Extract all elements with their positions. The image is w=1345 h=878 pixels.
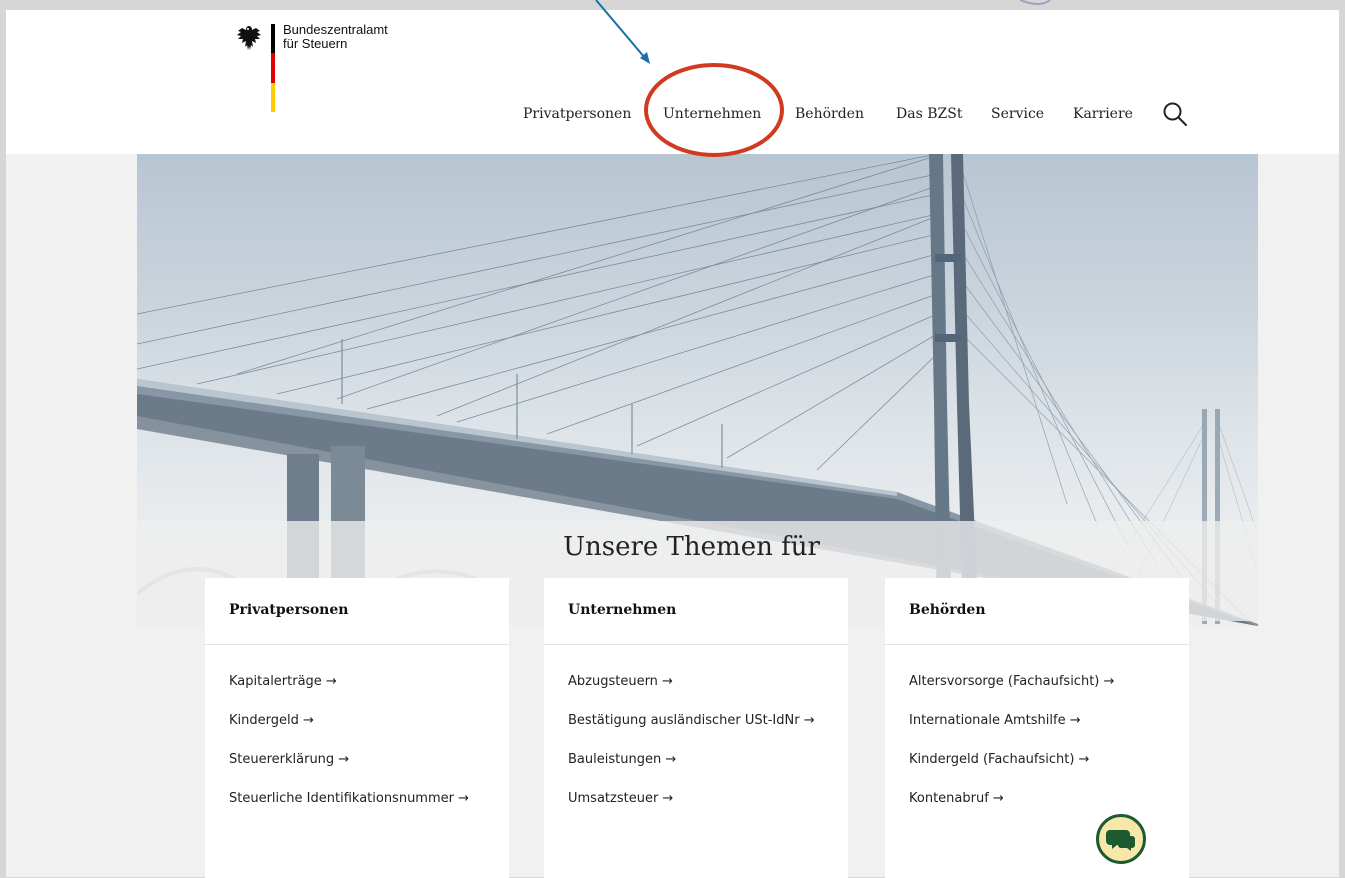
nav-item-service[interactable]: Service — [991, 102, 1044, 126]
card-link-list: Abzugsteuern → Bestätigung ausländischer… — [568, 672, 815, 828]
card-link[interactable]: Steuererklärung → — [229, 750, 469, 789]
chat-button[interactable] — [1096, 814, 1146, 864]
theme-card-privatpersonen: Privatpersonen Kapitalerträge → Kinderge… — [205, 578, 509, 878]
card-link[interactable]: Kindergeld → — [229, 711, 469, 750]
nav-item-das-bzst[interactable]: Das BZSt — [896, 102, 962, 126]
nav-item-privatpersonen[interactable]: Privatpersonen — [523, 102, 631, 126]
nav-item-unternehmen[interactable]: Unternehmen — [663, 102, 761, 126]
annotation-fragment — [1019, 0, 1051, 5]
card-link[interactable]: Kapitalerträge → — [229, 672, 469, 711]
chat-icon — [1106, 830, 1135, 851]
brand-name: Bundeszentralamt für Steuern — [283, 23, 388, 51]
card-link[interactable]: Kontenabruf → — [909, 789, 1114, 828]
card-link[interactable]: Kindergeld (Fachaufsicht) → — [909, 750, 1114, 789]
card-link[interactable]: Steuerliche Identifikationsnummer → — [229, 789, 469, 828]
card-link[interactable]: Bauleistungen → — [568, 750, 815, 789]
card-link[interactable]: Bestätigung ausländischer USt-IdNr → — [568, 711, 815, 750]
themes-title: Unsere Themen für — [563, 532, 820, 562]
search-icon[interactable] — [1161, 100, 1189, 128]
nav-item-behoerden[interactable]: Behörden — [795, 102, 864, 126]
theme-card-unternehmen: Unternehmen Abzugsteuern → Bestätigung a… — [544, 578, 848, 878]
card-link[interactable]: Abzugsteuern → — [568, 672, 815, 711]
card-title: Privatpersonen — [229, 602, 349, 618]
card-link-list: Altersvorsorge (Fachaufsicht) → Internat… — [909, 672, 1114, 828]
divider — [205, 644, 509, 645]
flag-stripe — [271, 24, 275, 112]
nav-item-karriere[interactable]: Karriere — [1073, 102, 1133, 126]
brand-line-1: Bundeszentralamt — [283, 22, 388, 37]
card-link[interactable]: Umsatzsteuer → — [568, 789, 815, 828]
card-title: Behörden — [909, 602, 986, 618]
eagle-icon — [237, 26, 261, 50]
site-header: Bundeszentralamt für Steuern Privatperso… — [6, 10, 1339, 154]
card-link[interactable]: Altersvorsorge (Fachaufsicht) → — [909, 672, 1114, 711]
card-link-list: Kapitalerträge → Kindergeld → Steuererkl… — [229, 672, 469, 828]
brand-line-2: für Steuern — [283, 36, 348, 51]
card-title: Unternehmen — [568, 602, 677, 618]
card-link[interactable]: Internationale Amtshilfe → — [909, 711, 1114, 750]
divider — [544, 644, 848, 645]
bzst-logo[interactable]: Bundeszentralamt für Steuern — [234, 22, 434, 117]
divider — [885, 644, 1189, 645]
